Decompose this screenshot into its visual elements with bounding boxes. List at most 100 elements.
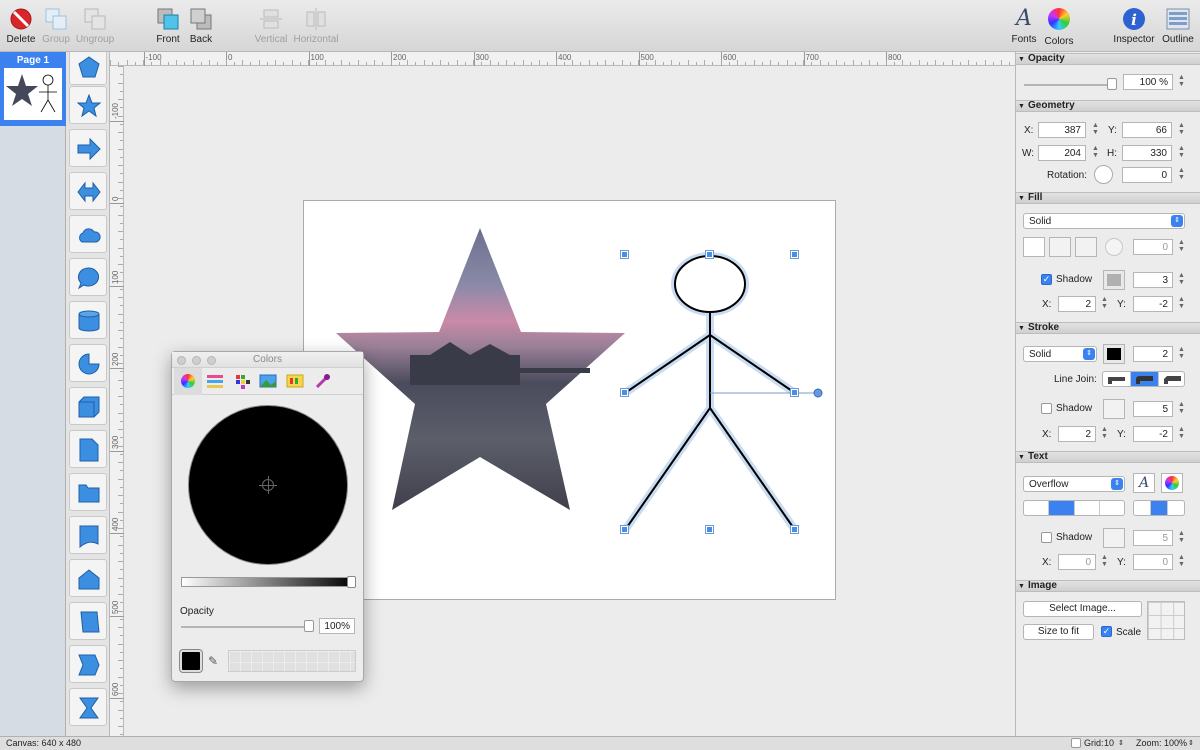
image-section-header[interactable]: Image [1016,580,1200,592]
fill-gradient-well-1[interactable] [1049,237,1071,257]
text-font-icon[interactable]: A [1133,473,1155,493]
stroke-shadow-x-stepper[interactable]: ▲ ▼ [1100,426,1109,442]
zoom-icon[interactable] [207,356,216,365]
stroke-type-select[interactable]: Solid ⇕ [1023,346,1097,362]
opacity-slider-knob[interactable] [1107,78,1117,90]
fill-shadow-checkbox[interactable]: ✓ [1041,274,1052,285]
opacity-stepper[interactable]: ▲ ▼ [1177,74,1186,90]
fill-shadow-x-field[interactable]: 2 [1058,296,1096,312]
brightness-slider[interactable] [181,576,356,588]
opacity-field[interactable]: 100% [319,618,355,634]
opacity-slider[interactable] [181,620,314,632]
y-stepper[interactable]: ▲ ▼ [1177,122,1186,138]
fill-shadow-x-stepper[interactable]: ▲ ▼ [1100,296,1109,312]
w-field[interactable]: 204 [1038,145,1086,161]
text-alignment-segmented[interactable] [1023,500,1125,516]
resize-handle-left[interactable] [621,389,628,396]
size-to-fit-button[interactable]: Size to fit [1023,624,1094,640]
fill-type-select[interactable]: Solid ⇕ [1023,213,1185,229]
minimize-icon[interactable] [192,356,201,365]
align-middle-icon[interactable] [1151,501,1168,515]
rotation-field[interactable]: 0 [1122,167,1172,183]
vertical-alignment-segmented[interactable] [1133,500,1185,516]
current-color-well[interactable] [179,649,203,673]
stroke-width-stepper[interactable]: ▲ ▼ [1177,346,1186,362]
grid-value[interactable]: 10 [1104,737,1114,750]
stroke-color-well[interactable] [1103,344,1125,364]
tab-crayons[interactable] [286,373,304,389]
stroke-shadow-blur-field[interactable]: 5 [1133,401,1173,417]
fill-section-header[interactable]: Fill [1016,192,1200,204]
rotation-stepper[interactable]: ▲ ▼ [1177,167,1186,183]
text-overflow-select[interactable]: Overflow ⇕ [1023,476,1125,492]
x-field[interactable]: 387 [1038,122,1086,138]
scale-checkbox[interactable]: ✓ [1101,626,1112,637]
resize-handle-bottom-right[interactable] [791,526,798,533]
text-shadow-x-stepper[interactable]: ▲ ▼ [1100,554,1109,570]
fill-shadow-y-stepper[interactable]: ▲ ▼ [1177,296,1186,312]
stroke-shadow-y-stepper[interactable]: ▲ ▼ [1177,426,1186,442]
color-wheel[interactable] [188,405,348,565]
h-field[interactable]: 330 [1122,145,1172,161]
align-right-icon[interactable] [1075,501,1100,515]
bevel-join-icon[interactable] [1159,372,1184,386]
stroke-shadow-blur-stepper[interactable]: ▲ ▼ [1177,401,1186,417]
fill-shadow-blur-field[interactable]: 3 [1133,272,1173,288]
text-section-header[interactable]: Text [1016,451,1200,463]
fill-angle-field[interactable]: 0 [1133,239,1173,255]
text-shadow-blur-stepper[interactable]: ▲ ▼ [1177,530,1186,546]
x-stepper[interactable]: ▲ ▼ [1091,122,1100,138]
fill-angle-stepper[interactable]: ▲ ▼ [1177,239,1186,255]
image-anchor-grid[interactable] [1147,601,1185,640]
tab-color-palettes[interactable] [233,373,251,389]
eyedropper-button[interactable] [314,373,332,389]
text-shadow-y-stepper[interactable]: ▲ ▼ [1177,554,1186,570]
text-shadow-color-well[interactable] [1103,528,1125,548]
fill-color-well[interactable] [1023,237,1045,257]
stroke-section-header[interactable]: Stroke [1016,322,1200,334]
y-field[interactable]: 66 [1122,122,1172,138]
opacity-field[interactable]: 100 % [1123,74,1173,90]
geometry-section-header[interactable]: Geometry [1016,100,1200,112]
brightness-slider-knob[interactable] [347,576,356,588]
stroke-width-field[interactable]: 2 [1133,346,1173,362]
line-join-segmented[interactable] [1102,371,1185,387]
align-bottom-icon[interactable] [1168,501,1184,515]
text-color-button[interactable] [1161,473,1183,493]
round-join-icon[interactable] [1131,372,1159,386]
h-stepper[interactable]: ▲ ▼ [1177,145,1186,161]
align-left-icon[interactable] [1024,501,1050,515]
grid-checkbox[interactable] [1071,738,1081,748]
w-stepper[interactable]: ▲ ▼ [1091,145,1100,161]
fill-shadow-y-field[interactable]: -2 [1133,296,1173,312]
fill-shadow-color-well[interactable] [1103,270,1125,290]
resize-handle-right[interactable] [791,389,798,396]
stroke-shadow-x-field[interactable]: 2 [1058,426,1096,442]
text-shadow-checkbox[interactable] [1041,532,1052,543]
color-picker-icon[interactable]: ✎ [208,654,218,668]
align-center-icon[interactable] [1049,501,1075,515]
fill-angle-dial[interactable] [1105,238,1123,256]
text-shadow-x-field[interactable]: 0 [1058,554,1096,570]
resize-handle-top-left[interactable] [621,251,628,258]
opacity-section-header[interactable]: Opacity [1016,53,1200,65]
text-shadow-blur-field[interactable]: 5 [1133,530,1173,546]
fill-gradient-well-2[interactable] [1075,237,1097,257]
grid-stepper-icon[interactable]: ⇕ [1118,737,1124,750]
select-image-button[interactable]: Select Image... [1023,601,1142,617]
swatch-grid[interactable] [228,650,356,672]
resize-handle-top[interactable] [706,251,713,258]
colors-panel[interactable]: Colors Opacity 100% ✎ [171,351,364,682]
resize-handle-bottom[interactable] [706,526,713,533]
resize-handle-bottom-left[interactable] [621,526,628,533]
align-top-icon[interactable] [1134,501,1151,515]
resize-handle-top-right[interactable] [791,251,798,258]
close-icon[interactable] [177,356,186,365]
tab-color-sliders[interactable] [206,373,224,389]
tab-color-wheel[interactable] [174,368,202,395]
zoom-value[interactable]: 100% [1164,737,1187,750]
tab-image-palettes[interactable] [259,373,277,389]
miter-join-icon[interactable] [1103,372,1131,386]
rotation-dial[interactable] [1094,165,1113,184]
text-shadow-y-field[interactable]: 0 [1133,554,1173,570]
